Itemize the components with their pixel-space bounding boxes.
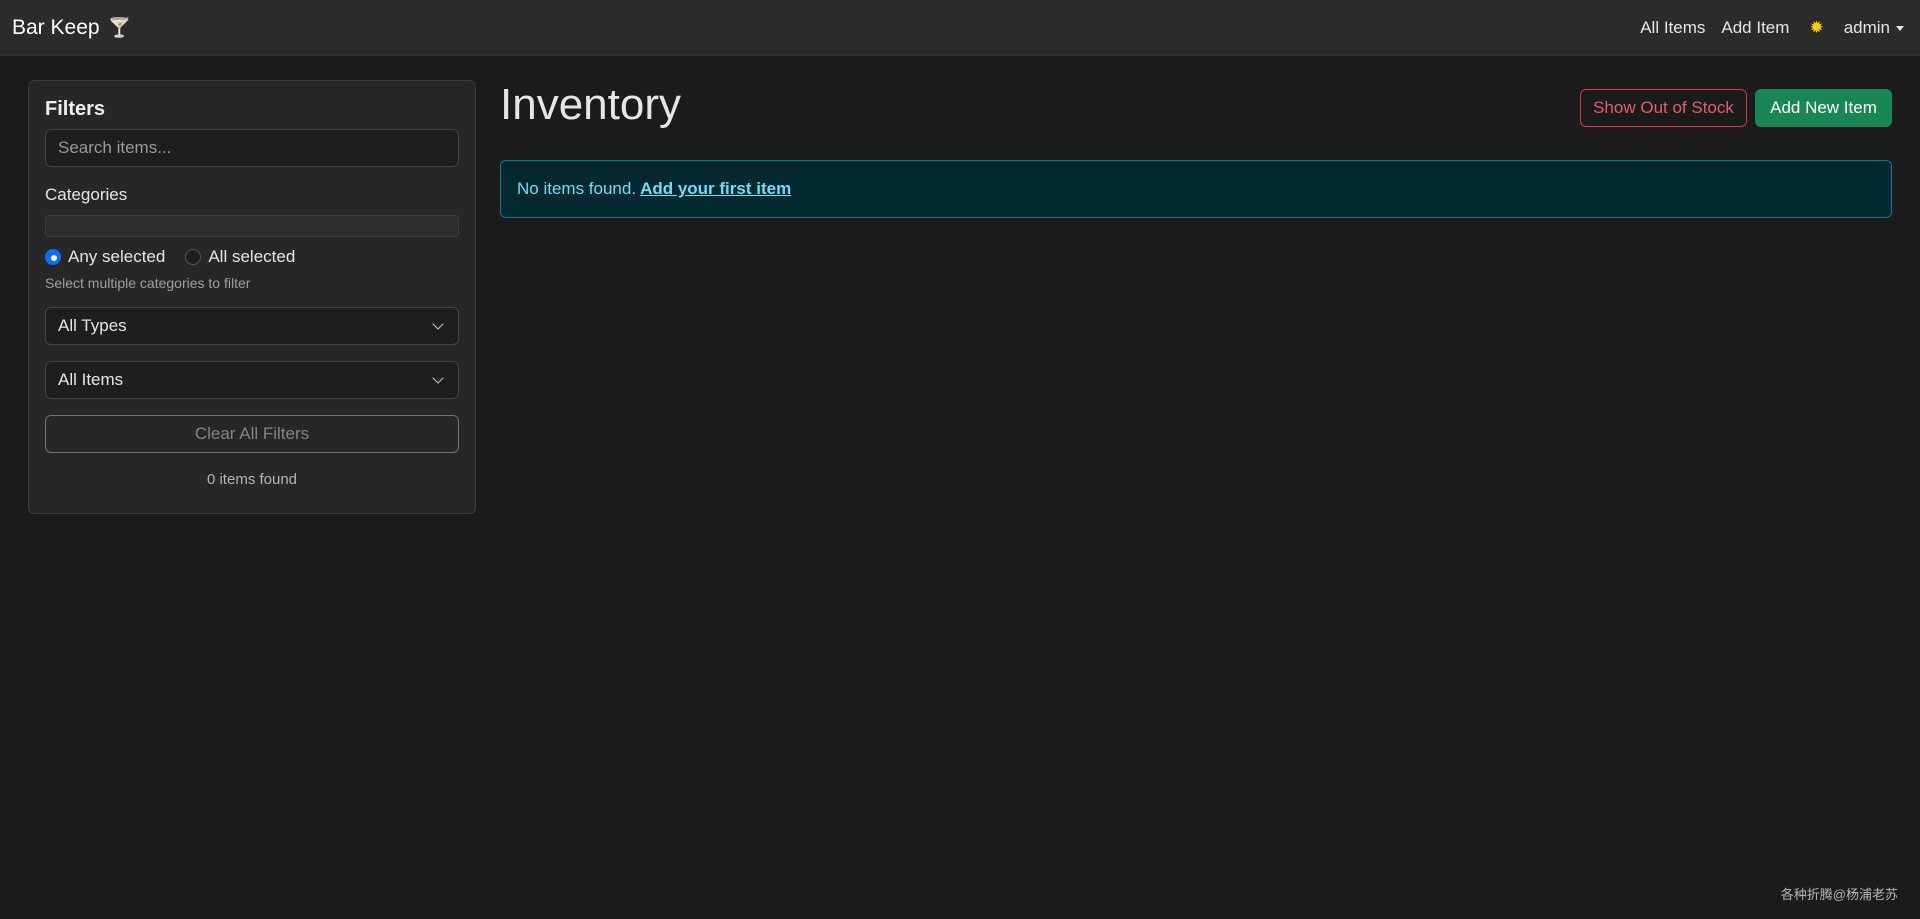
user-menu[interactable]: admin bbox=[1844, 18, 1904, 38]
radio-all-selected-control[interactable] bbox=[185, 249, 202, 265]
nav-link-add-item[interactable]: Add Item bbox=[1721, 12, 1789, 44]
categories-select[interactable] bbox=[45, 215, 459, 237]
brand-name: Bar Keep bbox=[12, 15, 100, 39]
brand-link[interactable]: Bar Keep 🍸 bbox=[12, 16, 131, 40]
clear-filters-button[interactable]: Clear All Filters bbox=[45, 415, 459, 453]
chevron-down-icon bbox=[432, 318, 444, 330]
filters-title: Filters bbox=[45, 98, 106, 120]
filters-panel: Filters Categories Any selected All sele… bbox=[28, 80, 476, 514]
add-new-item-button[interactable]: Add New Item bbox=[1755, 89, 1892, 127]
empty-state-alert: No items found. Add your first item bbox=[500, 160, 1892, 218]
categories-label: Categories bbox=[45, 185, 128, 204]
empty-message: No items found. bbox=[517, 179, 637, 198]
items-count: 0 items found bbox=[206, 471, 298, 488]
nav-link-all-items[interactable]: All Items bbox=[1640, 12, 1705, 44]
cocktail-glass-icon: 🍸 bbox=[107, 17, 132, 39]
navbar: Bar Keep 🍸 All Items Add Item ✹ admin bbox=[0, 0, 1920, 56]
radio-any-selected-label: Any selected bbox=[68, 247, 166, 266]
category-match-options: Any selected All selected bbox=[45, 247, 459, 267]
chevron-down-icon bbox=[432, 372, 444, 384]
sun-icon[interactable]: ✹ bbox=[1805, 18, 1827, 38]
watermark: 各种折腾@杨浦老苏 bbox=[1780, 887, 1898, 902]
categories-help-text: Select multiple categories to filter bbox=[45, 275, 251, 291]
stock-select-value: All Items bbox=[58, 370, 124, 389]
radio-any-selected-control[interactable] bbox=[45, 249, 61, 265]
type-select[interactable]: All Types bbox=[45, 307, 459, 345]
radio-all-selected-label: All selected bbox=[208, 247, 296, 266]
username: admin bbox=[1843, 17, 1890, 37]
add-first-item-link[interactable]: Add your first item bbox=[640, 179, 791, 199]
radio-all-selected[interactable]: All selected bbox=[185, 247, 295, 267]
radio-any-selected[interactable]: Any selected bbox=[45, 247, 165, 267]
nav-right: All Items Add Item ✹ admin bbox=[1640, 12, 1908, 44]
type-select-value: All Types bbox=[58, 316, 127, 335]
search-input[interactable] bbox=[45, 129, 459, 167]
page-title: Inventory bbox=[500, 80, 681, 129]
stock-select[interactable]: All Items bbox=[45, 361, 459, 399]
caret-down-icon bbox=[1896, 26, 1904, 31]
show-out-of-stock-button[interactable]: Show Out of Stock bbox=[1580, 89, 1747, 127]
